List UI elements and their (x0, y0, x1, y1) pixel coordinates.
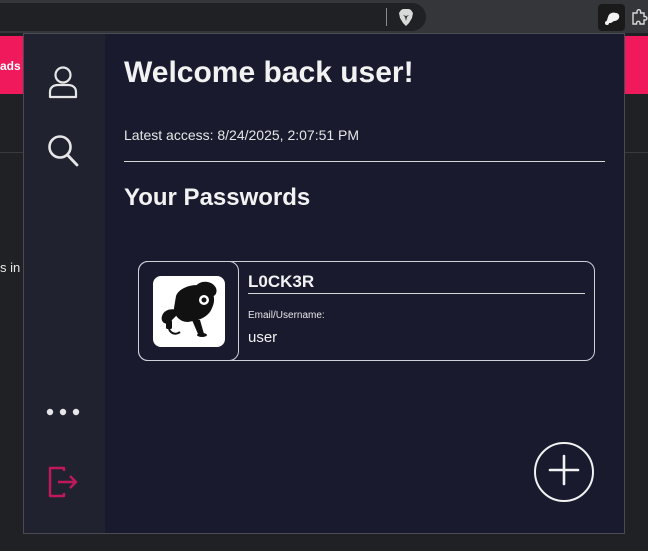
user-icon (48, 65, 78, 104)
welcome-heading: Welcome back user! (124, 56, 414, 89)
password-card[interactable]: L0CK3R Email/Username: user (138, 261, 595, 361)
search-button[interactable] (45, 134, 81, 172)
extension-popup: Welcome back user! Latest access: 8/24/2… (23, 33, 625, 534)
more-dots-icon (46, 403, 80, 421)
address-bar[interactable] (0, 3, 426, 31)
latest-access-text: Latest access: 8/24/2025, 2:07:51 PM (124, 127, 360, 143)
profile-button[interactable] (45, 64, 81, 104)
username-label: Email/Username: (248, 310, 325, 321)
puzzle-icon[interactable] (630, 8, 648, 26)
background-text: s in (0, 260, 21, 275)
username-value: user (248, 329, 278, 346)
password-card-logo (152, 275, 225, 347)
add-password-button[interactable] (534, 442, 594, 502)
locker-extension-icon[interactable] (598, 4, 625, 31)
passwords-section-title: Your Passwords (124, 184, 311, 211)
browser-toolbar (0, 0, 648, 33)
password-card-logo-frame (138, 261, 239, 361)
brave-lion-icon[interactable] (398, 9, 414, 26)
search-icon (47, 134, 79, 173)
background-banner-text: ads (0, 59, 21, 73)
logout-button[interactable] (45, 464, 81, 504)
address-bar-separator (386, 8, 387, 26)
detective-dog-logo-icon (158, 280, 220, 343)
main-panel: Welcome back user! Latest access: 8/24/2… (105, 34, 624, 533)
header-divider (124, 161, 605, 162)
plus-icon (548, 454, 580, 491)
more-button[interactable] (43, 402, 83, 422)
logout-icon (47, 465, 79, 504)
password-card-title: L0CK3R (248, 272, 585, 294)
sidebar (24, 34, 105, 533)
